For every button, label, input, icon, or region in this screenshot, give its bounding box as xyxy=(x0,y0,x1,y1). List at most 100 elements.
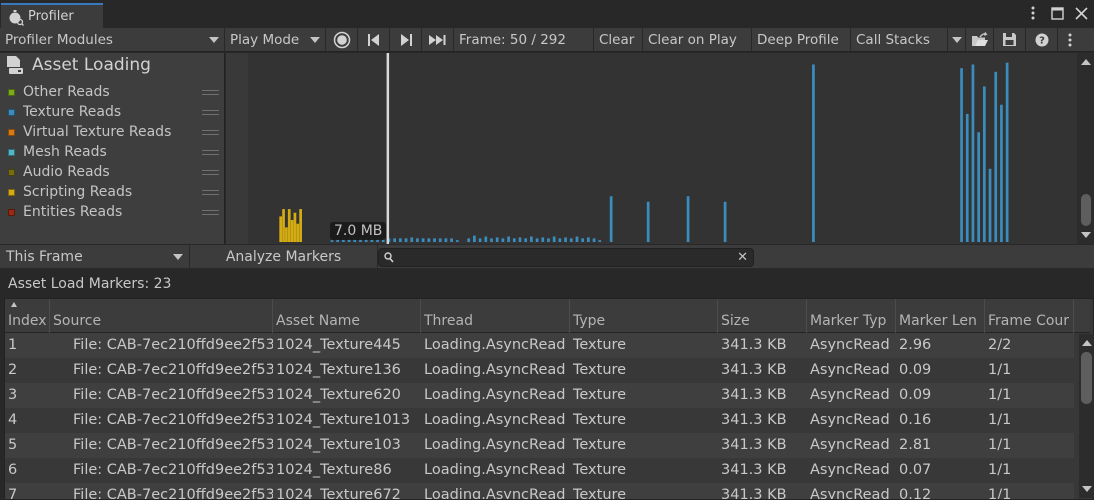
column-header-source[interactable]: Source xyxy=(50,299,273,333)
chart-scrollbar[interactable] xyxy=(1077,53,1094,244)
drag-handle-icon[interactable] xyxy=(202,170,219,175)
profiler-toolbar: Profiler Modules Play Mode Frame: 50 / 2… xyxy=(0,28,1094,52)
record-button[interactable] xyxy=(326,28,358,51)
table-row[interactable]: 7 File: CAB-7ec210ffd9ee2f53 1024_Texture6… xyxy=(5,483,1074,499)
column-header-size[interactable]: Size xyxy=(718,299,807,333)
more-menu-button[interactable] xyxy=(1058,28,1082,51)
details-toolbar: This Frame Analyze Markers ✕ xyxy=(0,245,1094,269)
module-chart-item[interactable]: Scripting Reads xyxy=(0,182,225,202)
chart-bar xyxy=(484,236,488,242)
cell-source: File: CAB-7ec210ffd9ee2f53 xyxy=(73,487,273,499)
column-header-index[interactable]: Index xyxy=(5,299,50,333)
view-dropdown[interactable]: This Frame xyxy=(0,245,190,268)
color-swatch[interactable] xyxy=(8,88,15,96)
clear-button[interactable]: Clear xyxy=(594,28,643,51)
cell-marker-length: 0.09 xyxy=(899,362,932,378)
search-input[interactable] xyxy=(397,249,737,266)
cell-index: 5 xyxy=(8,437,18,453)
table-row[interactable]: 4 File: CAB-7ec210ffd9ee2f53 1024_Texture1… xyxy=(5,408,1074,433)
chart-bar xyxy=(495,237,499,242)
color-swatch[interactable] xyxy=(8,148,15,156)
scroll-up-icon[interactable] xyxy=(1081,59,1091,65)
save-button[interactable] xyxy=(994,28,1026,51)
column-header-thread[interactable]: Thread xyxy=(421,299,570,333)
clear-on-play-button[interactable]: Clear on Play xyxy=(643,28,752,51)
deep-profile-button[interactable]: Deep Profile xyxy=(752,28,851,51)
help-button[interactable]: ? xyxy=(1026,28,1058,51)
column-header-frame-count[interactable]: Frame Cour xyxy=(985,299,1074,333)
module-chart-item[interactable]: Texture Reads xyxy=(0,102,225,122)
chart-bar xyxy=(282,209,285,242)
chart-bar xyxy=(518,237,522,242)
cell-index: 7 xyxy=(8,487,18,499)
color-swatch[interactable] xyxy=(8,208,15,216)
more-options-icon[interactable] xyxy=(1026,5,1040,21)
previous-frame-button[interactable] xyxy=(358,28,390,51)
scroll-up-icon[interactable] xyxy=(1082,340,1092,346)
load-button[interactable] xyxy=(966,28,994,51)
color-swatch[interactable] xyxy=(8,128,15,136)
table-header: Index Source Asset Name Thread Type Size Marke… xyxy=(5,299,1090,333)
cell-asset: 1024_Texture103 xyxy=(276,437,401,453)
chart-bar xyxy=(965,113,969,243)
column-header-label: Size xyxy=(721,313,750,329)
column-header-marker-length[interactable]: Marker Len xyxy=(896,299,985,333)
call-stacks-button[interactable]: Call Stacks xyxy=(851,28,948,51)
target-dropdown[interactable]: Play Mode xyxy=(225,28,326,51)
column-header-marker-type[interactable]: Marker Typ xyxy=(807,299,896,333)
maximize-icon[interactable] xyxy=(1050,5,1064,21)
color-swatch[interactable] xyxy=(8,188,15,196)
table-row[interactable]: 5 File: CAB-7ec210ffd9ee2f53 1024_Texture1… xyxy=(5,433,1074,458)
chart-bar xyxy=(330,240,334,242)
help-icon: ? xyxy=(1035,33,1048,46)
scroll-thumb[interactable] xyxy=(1081,194,1091,226)
module-chart-item[interactable]: Virtual Texture Reads xyxy=(0,122,225,142)
selected-frame-line[interactable] xyxy=(386,53,390,244)
chart-bar xyxy=(598,240,602,242)
drag-handle-icon[interactable] xyxy=(202,130,219,135)
module-chart-item[interactable]: Audio Reads xyxy=(0,162,225,182)
asset-loading-chart[interactable]: 7.0 MB xyxy=(226,53,1077,244)
drag-handle-icon[interactable] xyxy=(202,190,219,195)
column-header-type[interactable]: Type xyxy=(570,299,718,333)
color-swatch[interactable] xyxy=(8,168,15,176)
drag-handle-icon[interactable] xyxy=(202,150,219,155)
cell-size: 341.3 KB xyxy=(721,387,787,403)
table-row[interactable]: 1 File: CAB-7ec210ffd9ee2f53 1024_Texture4… xyxy=(5,333,1074,358)
chart-bar xyxy=(530,236,533,242)
cell-thread: Loading.AsyncRead xyxy=(424,412,566,428)
profiler-modules-dropdown[interactable]: Profiler Modules xyxy=(0,28,225,51)
table-row[interactable]: 3 File: CAB-7ec210ffd9ee2f53 1024_Texture6… xyxy=(5,383,1074,408)
last-frame-button[interactable] xyxy=(422,28,454,51)
scroll-thumb[interactable] xyxy=(1081,352,1092,404)
table-scrollbar[interactable] xyxy=(1079,334,1094,498)
drag-handle-icon[interactable] xyxy=(202,210,219,215)
tab-profiler[interactable]: Profiler xyxy=(1,3,103,28)
column-header-asset-name[interactable]: Asset Name xyxy=(273,299,421,333)
color-swatch[interactable] xyxy=(8,108,15,116)
drag-handle-icon[interactable] xyxy=(202,90,219,95)
module-chart-item-label: Audio Reads xyxy=(23,164,110,180)
module-chart-item[interactable]: Mesh Reads xyxy=(0,142,225,162)
call-stacks-dropdown[interactable] xyxy=(948,28,966,51)
clear-label: Clear xyxy=(599,31,635,48)
marker-count: Asset Load Markers: 23 xyxy=(8,276,172,292)
clear-search-icon[interactable]: ✕ xyxy=(737,250,748,265)
module-chart-item[interactable]: Entities Reads xyxy=(0,202,225,222)
cell-frame-count: 1/1 xyxy=(988,362,1012,378)
next-frame-button[interactable] xyxy=(390,28,422,51)
chart-bar xyxy=(723,201,727,242)
chart-plot[interactable] xyxy=(226,53,1077,244)
analyze-markers-button[interactable]: Analyze Markers xyxy=(190,245,378,268)
scroll-down-icon[interactable] xyxy=(1081,232,1091,238)
search-field[interactable]: ✕ xyxy=(378,248,754,267)
close-icon[interactable] xyxy=(1074,5,1088,21)
module-title[interactable]: Asset Loading xyxy=(6,55,151,75)
chart-bar xyxy=(609,196,613,242)
scroll-down-icon[interactable] xyxy=(1082,486,1092,492)
table-row[interactable]: 2 File: CAB-7ec210ffd9ee2f53 1024_Texture1… xyxy=(5,358,1074,383)
table-row[interactable]: 6 File: CAB-7ec210ffd9ee2f53 1024_Texture8… xyxy=(5,458,1074,483)
module-chart-item[interactable]: Other Reads xyxy=(0,82,225,102)
drag-handle-icon[interactable] xyxy=(202,110,219,115)
cell-size: 341.3 KB xyxy=(721,487,787,499)
